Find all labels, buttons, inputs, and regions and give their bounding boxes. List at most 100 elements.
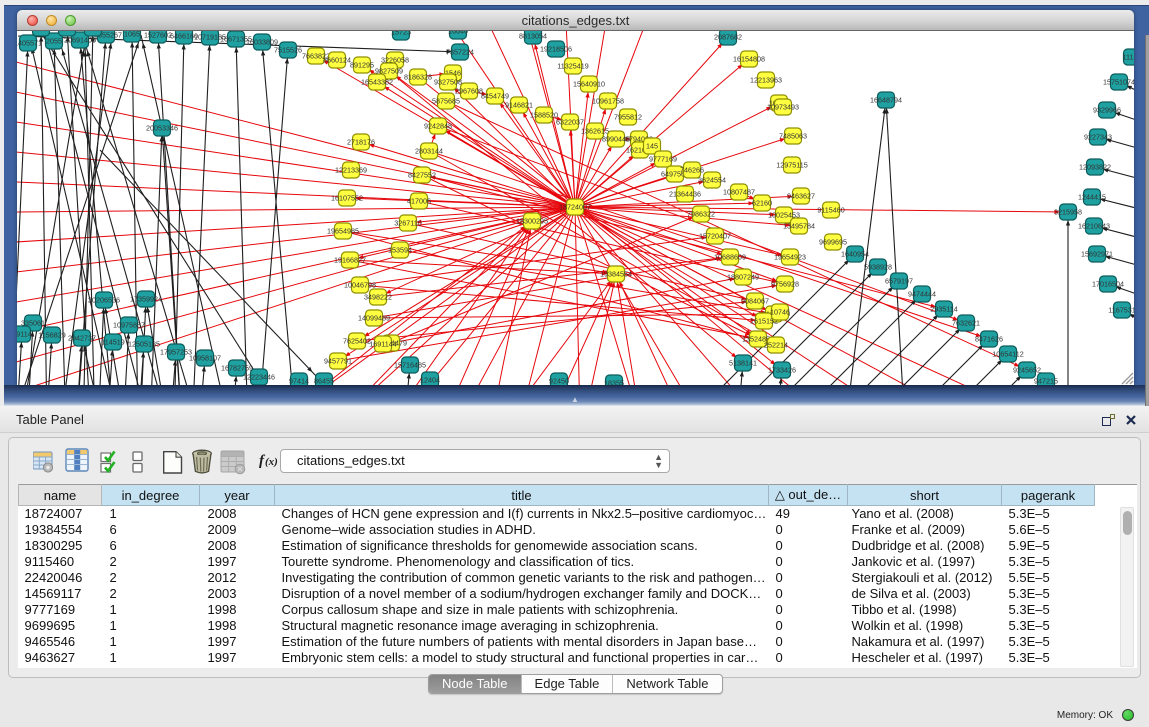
svg-text:2967608: 2967608	[455, 87, 483, 96]
svg-text:9463627: 9463627	[787, 192, 815, 201]
svg-text:3498222: 3498222	[364, 293, 392, 302]
svg-text:16107552: 16107552	[331, 194, 363, 203]
svg-text:16640: 16640	[448, 31, 468, 36]
svg-text:10046798: 10046798	[344, 281, 376, 290]
svg-text:18355: 18355	[604, 379, 624, 386]
svg-text:12404: 12404	[420, 376, 440, 385]
svg-text:12975115: 12975115	[776, 161, 807, 170]
svg-text:1065: 1065	[124, 31, 140, 39]
svg-text:10807487: 10807487	[723, 188, 755, 197]
svg-text:9227343: 9227343	[1084, 133, 1112, 142]
svg-text:9242848: 9242848	[424, 122, 452, 131]
svg-text:13495784: 13495784	[783, 222, 815, 231]
svg-text:7632621: 7632621	[952, 319, 980, 328]
svg-text:18807249: 18807249	[727, 273, 759, 282]
svg-text:11123: 11123	[1123, 53, 1134, 62]
svg-text:7357224: 7357224	[446, 48, 474, 57]
svg-text:2935114: 2935114	[930, 305, 957, 314]
svg-text:252214: 252214	[764, 341, 788, 350]
svg-text:10654112: 10654112	[992, 350, 1023, 359]
svg-text:2942737: 2942737	[68, 334, 96, 343]
svg-text:15640910: 15640910	[573, 80, 605, 89]
svg-text:17016504: 17016504	[1092, 280, 1124, 289]
svg-text:9146821: 9146821	[505, 101, 533, 110]
svg-text:3215958: 3215958	[1054, 208, 1082, 217]
svg-text:10961758: 10961758	[592, 97, 624, 106]
svg-text:16543382: 16543382	[361, 78, 393, 87]
svg-text:18300295: 18300295	[516, 217, 548, 226]
svg-text:12505135: 12505135	[128, 340, 160, 349]
svg-text:9699695: 9699695	[819, 238, 847, 247]
svg-text:92450: 92450	[549, 377, 569, 386]
svg-text:10958107: 10958107	[189, 354, 221, 363]
svg-text:14099489: 14099489	[358, 314, 390, 323]
svg-text:17957253: 17957253	[160, 348, 192, 357]
svg-text:97414: 97414	[289, 377, 309, 386]
svg-text:417006: 417006	[407, 197, 431, 206]
svg-text:19166827: 19166827	[334, 256, 366, 265]
svg-text:1156829: 1156829	[38, 331, 65, 340]
svg-text:39114: 39114	[17, 330, 32, 339]
svg-text:9245652: 9245652	[1013, 366, 1041, 375]
svg-text:8427552: 8427552	[408, 171, 436, 180]
svg-text:6579197: 6579197	[885, 277, 913, 286]
svg-text:1527602: 1527602	[144, 31, 172, 40]
svg-text:153594: 153594	[388, 246, 412, 255]
svg-text:21364436: 21364436	[669, 190, 701, 199]
svg-text:7986322: 7986322	[687, 210, 715, 219]
svg-text:10688609: 10688609	[714, 253, 746, 262]
svg-text:746266: 746266	[680, 166, 704, 175]
svg-text:86455: 86455	[314, 377, 334, 386]
svg-text:16648794: 16648794	[870, 96, 902, 105]
svg-text:3267110: 3267110	[394, 219, 421, 228]
svg-text:10975887: 10975887	[113, 321, 145, 330]
svg-text:145: 145	[646, 142, 658, 151]
svg-text:9329966: 9329966	[1093, 106, 1121, 115]
svg-text:5875685: 5875685	[432, 97, 460, 106]
svg-text:19384554: 19384554	[600, 270, 632, 279]
svg-text:12213369: 12213369	[335, 166, 367, 175]
svg-text:1691144: 1691144	[369, 340, 396, 349]
svg-text:1405571: 1405571	[17, 39, 42, 48]
svg-text:19218506: 19218506	[540, 45, 572, 54]
svg-text:17359924: 17359924	[130, 295, 162, 304]
svg-text:1588520: 1588520	[530, 111, 558, 120]
svg-text:8813054: 8813054	[519, 32, 547, 41]
svg-text:16782759: 16782759	[221, 364, 253, 373]
svg-text:12223446: 12223446	[243, 373, 275, 382]
svg-text:10746: 10746	[770, 308, 790, 317]
svg-text:7625402: 7625402	[343, 337, 371, 346]
svg-text:15692971: 15692971	[1081, 250, 1113, 259]
svg-text:7515526: 7515526	[274, 46, 302, 55]
svg-text:2718176: 2718176	[347, 138, 375, 147]
svg-text:(x): (x)	[265, 456, 278, 468]
svg-text:1733426: 1733426	[768, 366, 796, 375]
svg-text:15751074: 15751074	[1103, 78, 1134, 87]
svg-text:15723: 15723	[391, 31, 411, 37]
svg-text:9756928: 9756928	[771, 280, 799, 289]
svg-text:2055: 2055	[46, 37, 62, 46]
svg-text:5138141: 5138141	[729, 359, 757, 368]
svg-text:947215: 947215	[1034, 377, 1058, 386]
svg-text:12093822: 12093822	[1079, 163, 1111, 172]
svg-text:19654985: 19654985	[327, 227, 359, 236]
svg-text:62160: 62160	[752, 199, 772, 208]
svg-text:2803144: 2803144	[415, 147, 443, 156]
svg-text:15720407: 15720407	[699, 232, 731, 241]
svg-text:9084067: 9084067	[741, 297, 769, 306]
svg-text:8454749: 8454749	[481, 92, 509, 101]
svg-text:9457791: 9457791	[324, 357, 352, 366]
svg-text:19654923: 19654923	[774, 253, 806, 262]
svg-text:20206536: 20206536	[88, 296, 120, 305]
svg-text:6322037: 6322037	[556, 118, 584, 127]
svg-text:114519: 114519	[101, 338, 124, 347]
svg-text:9115460: 9115460	[817, 206, 844, 215]
svg-text:12213963: 12213963	[750, 76, 782, 85]
svg-text:7955812: 7955812	[614, 113, 642, 122]
svg-text:18724007: 18724007	[559, 203, 591, 212]
svg-text:1167531: 1167531	[1108, 306, 1134, 315]
svg-text:1244415: 1244415	[1078, 193, 1106, 202]
svg-text:10973493: 10973493	[767, 103, 799, 112]
svg-text:15716485: 15716485	[394, 361, 426, 370]
svg-text:20053346: 20053346	[146, 124, 178, 133]
